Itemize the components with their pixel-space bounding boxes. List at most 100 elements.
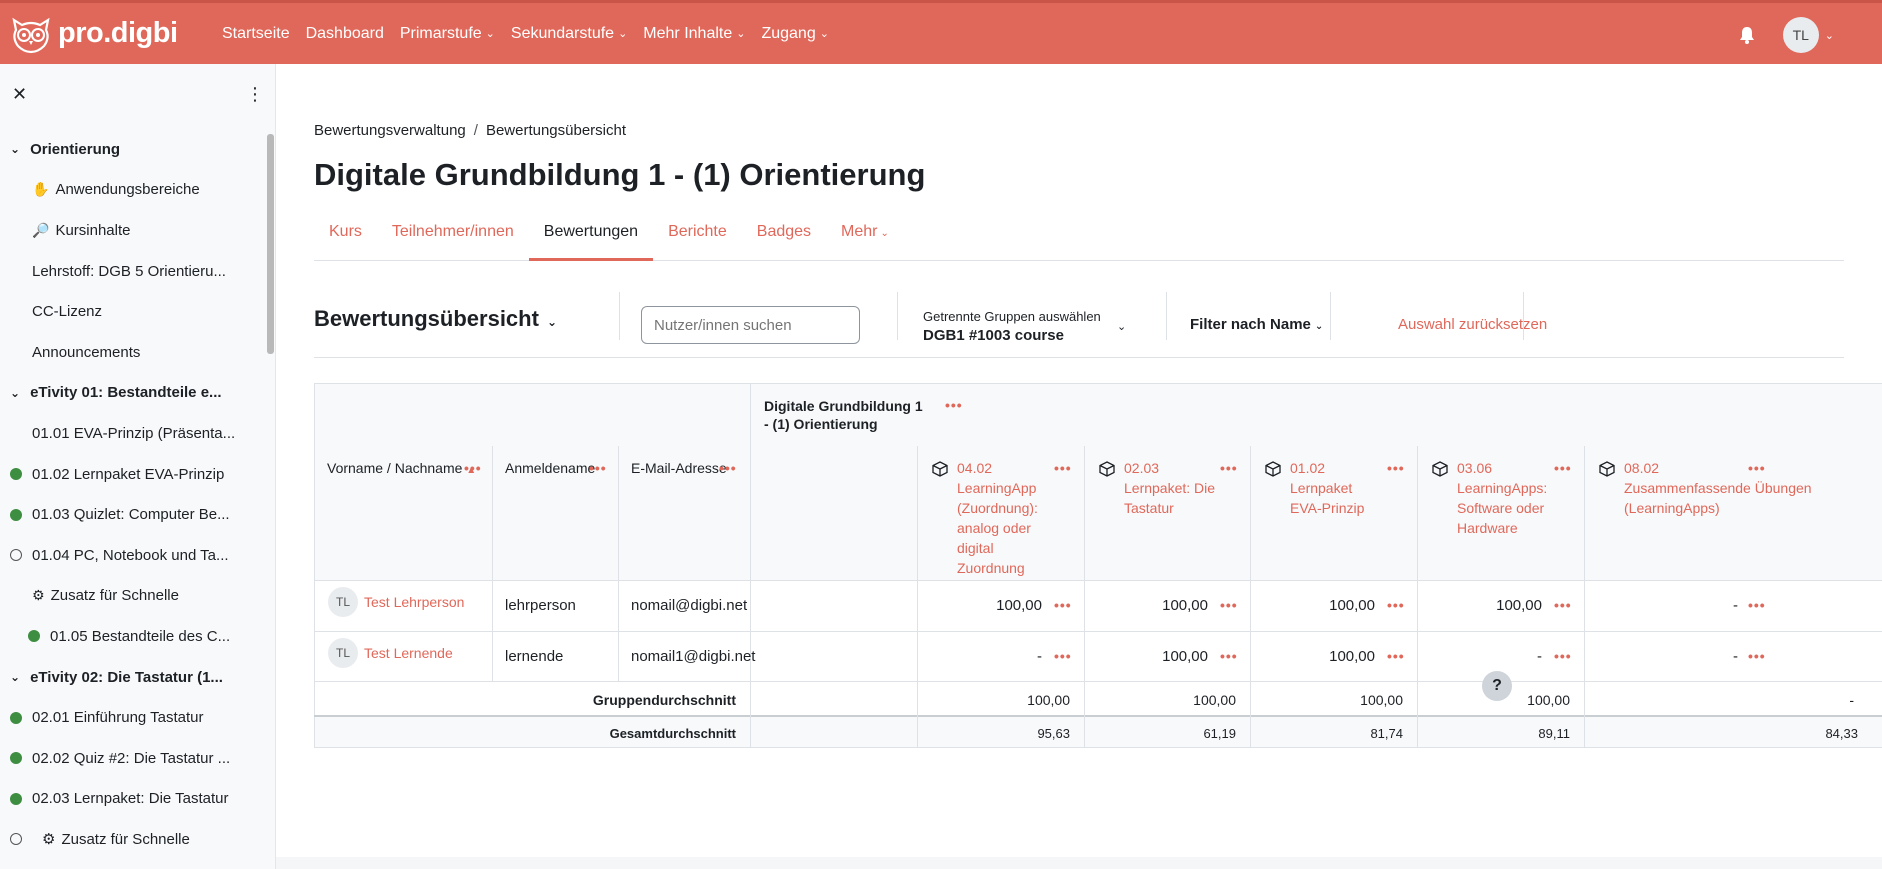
grade-cell[interactable]: - <box>1733 648 1738 665</box>
grade-item-menu-icon[interactable]: ••• <box>1387 460 1405 476</box>
chevron-down-icon[interactable]: ⌄ <box>1825 29 1834 42</box>
grade-cell-menu-icon[interactable]: ••• <box>1054 648 1072 664</box>
grade-cell[interactable]: - <box>1537 648 1542 665</box>
nav-sekundarstufe[interactable]: Sekundarstufe ⌄ <box>511 25 627 43</box>
grade-cell[interactable]: - <box>1733 597 1738 614</box>
username-cell: lehrperson <box>505 597 576 614</box>
overall-average-cell: 95,63 <box>1037 726 1070 741</box>
course-activity[interactable]: ✋ Anwendungsbereiche <box>0 170 262 211</box>
nav-startseite[interactable]: Startseite <box>222 25 290 43</box>
top-navbar: pro.digbi Startseite Dashboard Primarstu… <box>0 0 1882 64</box>
help-button[interactable]: ? <box>1482 671 1512 701</box>
report-selector[interactable]: Bewertungsübersicht ⌄ <box>314 306 557 332</box>
column-header-name[interactable]: Vorname / Nachname ▲ <box>327 460 476 476</box>
course-activity[interactable]: 🔎 Kursinhalte <box>0 210 262 251</box>
grade-cell-menu-icon[interactable]: ••• <box>1554 648 1572 664</box>
course-index-label: 01.03 Quizlet: Computer Be... <box>32 506 230 524</box>
group-selector-value[interactable]: DGB1 #1003 course <box>923 327 1064 344</box>
breadcrumb-item[interactable]: Bewertungsverwaltung <box>314 122 466 139</box>
grade-cell[interactable]: 100,00 <box>1496 597 1542 614</box>
filter-by-name-button[interactable]: Filter nach Name ⌄ <box>1190 316 1323 333</box>
nav-zugang[interactable]: Zugang ⌄ <box>761 25 828 43</box>
grade-cell[interactable]: 100,00 <box>1329 648 1375 665</box>
user-search-input[interactable] <box>641 306 860 344</box>
grade-item-link[interactable]: 03.06 LearningApps: Software oder Hardwar… <box>1457 458 1554 538</box>
course-section[interactable]: ⌄ eTivity 01: Bestandteile e... <box>0 373 262 414</box>
grade-cell-menu-icon[interactable]: ••• <box>1387 648 1405 664</box>
grade-cell-menu-icon[interactable]: ••• <box>1054 597 1072 613</box>
grade-cell[interactable]: 100,00 <box>1162 648 1208 665</box>
more-options-icon[interactable]: ⋮ <box>246 84 264 105</box>
course-index-label: eTivity 01: Bestandteile e... <box>30 384 222 402</box>
course-section[interactable]: ⌄ eTivity 02: Die Tastatur (1... <box>0 657 262 698</box>
course-activity[interactable]: ⚙ Zusatz für Schnelle <box>0 576 262 617</box>
course-activity[interactable]: 01.01 EVA-Prinzip (Präsenta... <box>0 413 262 454</box>
tab-bewertungen[interactable]: Bewertungen <box>528 215 654 261</box>
secondary-nav: Kurs Teilnehmer/innen Bewertungen Berich… <box>314 215 1844 261</box>
close-icon[interactable]: ✕ <box>12 84 27 105</box>
grade-item-link[interactable]: 08.02 Zusammenfassende Übungen (LearningA… <box>1624 458 1852 518</box>
grade-item-link[interactable]: 02.03 Lernpaket: Die Tastatur <box>1124 458 1220 518</box>
grade-cell-menu-icon[interactable]: ••• <box>1748 648 1766 664</box>
course-activity[interactable]: 01.02 Lernpaket EVA-Prinzip <box>0 454 262 495</box>
tab-label: Teilnehmer/innen <box>391 223 514 240</box>
breadcrumb-item[interactable]: Bewertungsübersicht <box>486 122 626 139</box>
tab-badges[interactable]: Badges <box>742 215 826 261</box>
grade-item-menu-icon[interactable]: ••• <box>1748 460 1766 476</box>
grade-cell[interactable]: 100,00 <box>1329 597 1375 614</box>
course-activity[interactable]: Announcements <box>0 332 262 373</box>
grade-cell[interactable]: - <box>1037 648 1042 665</box>
user-avatar[interactable]: TL <box>1782 17 1819 53</box>
grade-cell-menu-icon[interactable]: ••• <box>1387 597 1405 613</box>
tab-teilnehmer[interactable]: Teilnehmer/innen <box>377 215 529 261</box>
grade-cell-menu-icon[interactable]: ••• <box>1220 648 1238 664</box>
grade-item-menu-icon[interactable]: ••• <box>1054 460 1072 476</box>
user-name-link[interactable]: Test Lernende <box>364 645 453 661</box>
site-logo[interactable]: pro.digbi <box>8 14 208 54</box>
course-activity[interactable]: CC-Lizenz <box>0 291 262 332</box>
grade-item-menu-icon[interactable]: ••• <box>1554 460 1572 476</box>
course-activity[interactable]: 02.03 Lernpaket: Die Tastatur <box>0 779 262 820</box>
nav-mehr-inhalte[interactable]: Mehr Inhalte ⌄ <box>643 25 745 43</box>
tab-mehr[interactable]: Mehr ⌄ <box>826 215 904 261</box>
course-activity[interactable]: ⚙ Zusatz für Schnelle <box>0 819 262 860</box>
user-name-link[interactable]: Test Lehrperson <box>364 594 464 610</box>
course-activity[interactable]: Lehrstoff: DGB 5 Orientieru... <box>0 251 262 292</box>
grade-cell-menu-icon[interactable]: ••• <box>1748 597 1766 613</box>
course-section[interactable]: ⌄ Orientierung <box>0 129 262 170</box>
chevron-down-icon[interactable]: ⌄ <box>10 670 20 684</box>
tab-label: Badges <box>756 223 812 240</box>
column-menu-icon[interactable]: ••• <box>464 460 482 476</box>
course-activity[interactable]: 01.04 PC, Notebook und Ta... <box>0 535 262 576</box>
bell-icon[interactable] <box>1737 25 1757 45</box>
grade-cell-menu-icon[interactable]: ••• <box>1554 597 1572 613</box>
course-activity[interactable]: 01.05 Bestandteile des C... <box>0 616 262 657</box>
grade-cell[interactable]: 100,00 <box>996 597 1042 614</box>
chevron-down-icon[interactable]: ⌄ <box>1117 320 1126 333</box>
reset-selection-link[interactable]: Auswahl zurücksetzen <box>1398 316 1547 333</box>
scrollbar[interactable] <box>267 134 274 354</box>
column-header-username[interactable]: Anmeldename <box>505 460 595 476</box>
overall-average-cell: 89,11 <box>1538 726 1570 741</box>
grade-item-menu-icon[interactable]: ••• <box>1220 460 1238 476</box>
nav-dashboard[interactable]: Dashboard <box>306 25 384 43</box>
nav-primarstufe[interactable]: Primarstufe ⌄ <box>400 25 495 43</box>
grade-cell[interactable]: 100,00 <box>1162 597 1208 614</box>
grade-item-link[interactable]: 01.02 Lernpaket EVA-Prinzip <box>1290 458 1387 518</box>
tab-berichte[interactable]: Berichte <box>653 215 742 261</box>
col-border <box>492 446 493 681</box>
group-selector-label[interactable]: Getrennte Gruppen auswählen <box>923 309 1101 324</box>
column-menu-icon[interactable]: ••• <box>589 460 607 476</box>
course-activity[interactable]: 02.02 Quiz #2: Die Tastatur ... <box>0 738 262 779</box>
chevron-down-icon[interactable]: ⌄ <box>10 386 20 400</box>
chevron-down-icon[interactable]: ⌄ <box>10 142 20 156</box>
tab-kurs[interactable]: Kurs <box>314 215 377 261</box>
category-menu-icon[interactable]: ••• <box>945 397 963 413</box>
grade-cell-menu-icon[interactable]: ••• <box>1220 597 1238 613</box>
column-menu-icon[interactable]: ••• <box>719 460 737 476</box>
grade-item-link[interactable]: 04.02 LearningApp (Zuordnung): analog ode… <box>957 458 1054 578</box>
column-header-email[interactable]: E-Mail-Adresse <box>631 460 727 476</box>
course-activity[interactable]: 01.03 Quizlet: Computer Be... <box>0 494 262 535</box>
course-index-label: 02.02 Quiz #2: Die Tastatur ... <box>32 749 231 767</box>
course-activity[interactable]: 02.01 Einführung Tastatur <box>0 697 262 738</box>
